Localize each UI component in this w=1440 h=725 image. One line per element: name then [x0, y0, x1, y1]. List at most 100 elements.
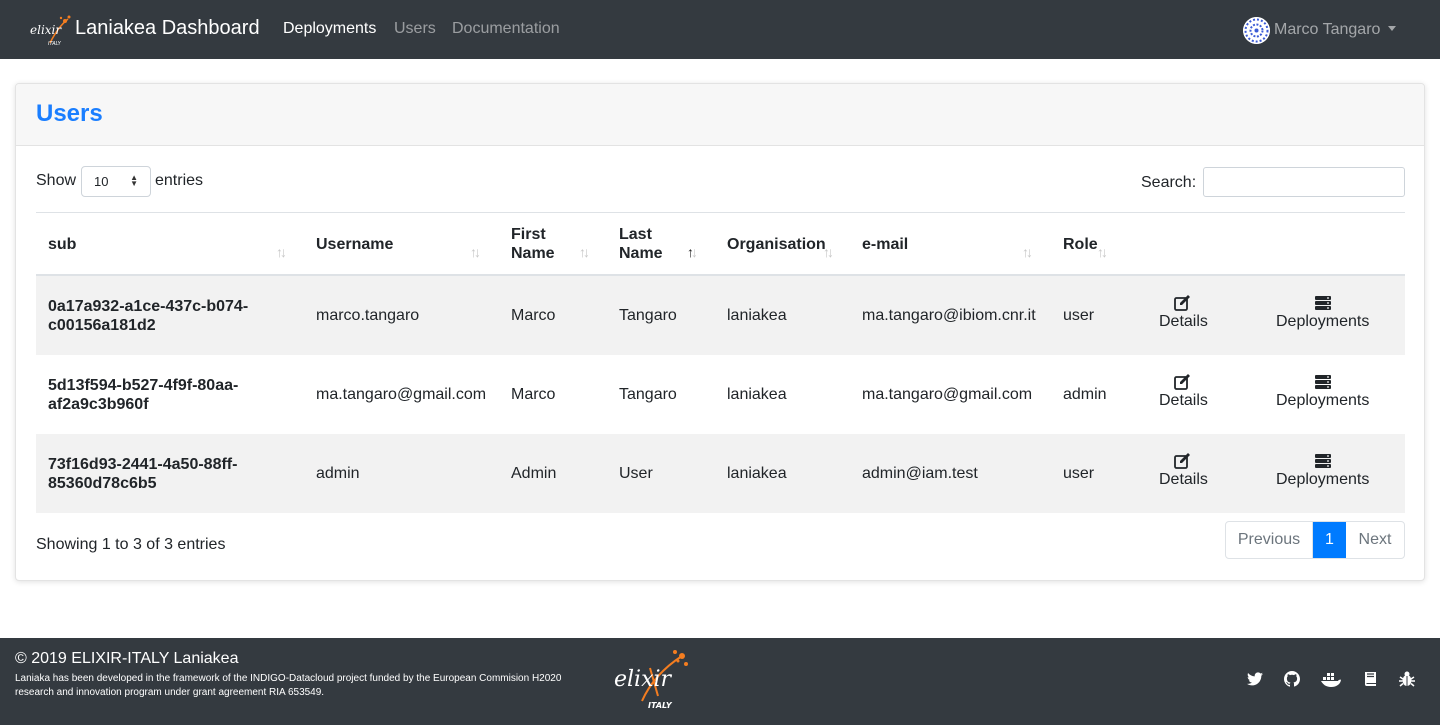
deployments-label: Deployments: [1276, 392, 1370, 409]
column-label: Role: [1063, 235, 1098, 253]
cell-organisation: laniakea: [727, 307, 787, 324]
cell-username: marco.tangaro: [316, 307, 420, 324]
copyright: © 2019 ELIXIR-ITALY Laniakea: [15, 650, 239, 667]
brand-title[interactable]: Laniakea Dashboard: [75, 17, 260, 40]
next-page-button[interactable]: Next: [1346, 522, 1404, 558]
details-button[interactable]: Details: [1159, 453, 1208, 489]
sort-icon: ↑↓: [1022, 244, 1033, 260]
cell-first-name: Marco: [511, 386, 556, 403]
entries-length-select[interactable]: 10 ▲ ▼: [81, 166, 151, 197]
search-input[interactable]: [1203, 167, 1405, 197]
sort-icon: ↑↓: [823, 244, 834, 260]
nav-link-documentation[interactable]: Documentation: [452, 20, 560, 38]
logo-subtext: ITALY: [648, 701, 673, 710]
column-label: Username: [316, 235, 394, 253]
sort-icon: ↑↓: [1097, 244, 1108, 260]
details-label: Details: [1159, 392, 1208, 409]
length-value: 10: [94, 174, 109, 189]
sort-icon: ↑↓: [276, 244, 287, 260]
column-header-username[interactable]: Username ↑↓: [316, 213, 506, 275]
cell-first-name: Admin: [511, 465, 557, 482]
details-button[interactable]: Details: [1159, 295, 1208, 331]
column-label: e-mail: [862, 235, 909, 253]
column-header-first-name[interactable]: First Name ↑↓: [511, 213, 611, 275]
details-label: Details: [1159, 313, 1208, 330]
server-icon: [1314, 454, 1331, 468]
sort-icon: ↑↓: [579, 244, 590, 260]
book-icon[interactable]: [1362, 670, 1380, 688]
cell-first-name: Marco: [511, 307, 556, 324]
cell-email: admin@iam.test: [862, 465, 978, 482]
table-row: 5d13f594-b527-4f9f-80aa-af2a9c3b960f ma.…: [36, 355, 1405, 434]
edit-icon: [1174, 295, 1191, 311]
elixir-logo[interactable]: elixir ITALY: [28, 13, 74, 47]
caret-down-icon: [1388, 25, 1397, 31]
deployments-label: Deployments: [1276, 313, 1370, 330]
logo-text: elixir: [614, 667, 673, 692]
avatar: [1243, 16, 1270, 44]
server-icon: [1314, 296, 1331, 310]
twitter-icon[interactable]: [1246, 670, 1264, 688]
users-card: Users Show 10 ▲ ▼ entries Search: sub ↑↓ …: [15, 83, 1425, 581]
edit-icon: [1174, 453, 1191, 469]
cell-organisation: laniakea: [727, 465, 787, 482]
sort-icon: ↑↓: [470, 244, 481, 260]
cell-role: admin: [1063, 386, 1107, 403]
page-1-button[interactable]: 1: [1313, 522, 1346, 558]
show-label: Show: [36, 172, 77, 189]
details-label: Details: [1159, 471, 1208, 488]
cell-role: user: [1063, 465, 1095, 482]
column-label: First Name: [511, 226, 555, 262]
cell-last-name: User: [619, 465, 653, 482]
user-menu-dropdown[interactable]: Marco Tangaro: [1243, 16, 1397, 44]
column-header-role[interactable]: Role ↑↓: [1063, 213, 1133, 275]
deployments-button[interactable]: Deployments: [1276, 374, 1369, 410]
column-header-last-name[interactable]: Last Name ↑↓: [619, 213, 719, 275]
footer: © 2019 ELIXIR-ITALY Laniakea Laniaka has…: [0, 638, 1440, 725]
select-arrows-icon: ▲ ▼: [130, 173, 138, 188]
logo-subtext: ITALY: [48, 41, 62, 47]
cell-sub: 0a17a932-a1ce-437c-b074-c00156a181d2: [48, 297, 249, 334]
docker-icon[interactable]: [1320, 670, 1342, 688]
cell-email: ma.tangaro@gmail.com: [862, 386, 1033, 403]
top-navbar: elixir ITALY Laniakea Dashboard Deployme…: [0, 0, 1440, 59]
column-header-sub[interactable]: sub ↑↓: [48, 213, 298, 275]
previous-page-button[interactable]: Previous: [1226, 522, 1313, 558]
table-row: 73f16d93-2441-4a50-88ff-85360d78c6b5 adm…: [36, 434, 1405, 513]
cell-last-name: Tangaro: [619, 386, 677, 403]
card-header: Users: [16, 84, 1424, 146]
cell-organisation: laniakea: [727, 386, 787, 403]
server-icon: [1314, 375, 1331, 389]
user-name: Marco Tangaro: [1274, 21, 1381, 38]
elixir-italy-logo[interactable]: elixir ITALY: [612, 646, 692, 710]
funding-notice: Laniaka has been developed in the framew…: [15, 673, 562, 698]
cell-sub: 73f16d93-2441-4a50-88ff-85360d78c6b5: [48, 455, 238, 492]
column-header-email[interactable]: e-mail ↑↓: [862, 213, 1052, 275]
column-header-organisation[interactable]: Organisation ↑↓: [727, 213, 857, 275]
column-label: sub: [48, 235, 77, 253]
deployments-label: Deployments: [1276, 471, 1370, 488]
deployments-button[interactable]: Deployments: [1276, 453, 1369, 489]
cell-sub: 5d13f594-b527-4f9f-80aa-af2a9c3b960f: [48, 376, 239, 413]
cell-last-name: Tangaro: [619, 307, 677, 324]
users-table: sub ↑↓ Username ↑↓ First Name ↑↓ Last Na…: [36, 212, 1405, 513]
pagination: Previous 1 Next: [1225, 521, 1405, 559]
deployments-button[interactable]: Deployments: [1276, 295, 1369, 331]
logo-text: elixir: [30, 23, 62, 37]
nav-link-users[interactable]: Users: [394, 20, 436, 38]
page-title: Users: [36, 100, 103, 127]
cell-role: user: [1063, 307, 1095, 324]
table-header: sub ↑↓ Username ↑↓ First Name ↑↓ Last Na…: [36, 212, 1405, 276]
bug-icon[interactable]: [1398, 670, 1416, 688]
nav-link-deployments[interactable]: Deployments: [283, 20, 376, 38]
table-info: Showing 1 to 3 of 3 entries: [36, 536, 226, 553]
cell-username: admin: [316, 465, 360, 482]
cell-username: ma.tangaro@gmail.com: [316, 386, 487, 403]
search-label: Search:: [1141, 174, 1197, 191]
sort-asc-icon: ↑↓: [687, 244, 698, 260]
github-icon[interactable]: [1283, 670, 1301, 688]
details-button[interactable]: Details: [1159, 374, 1208, 410]
column-label: Organisation: [727, 235, 826, 253]
edit-icon: [1174, 374, 1191, 390]
entries-label: entries: [155, 172, 204, 189]
